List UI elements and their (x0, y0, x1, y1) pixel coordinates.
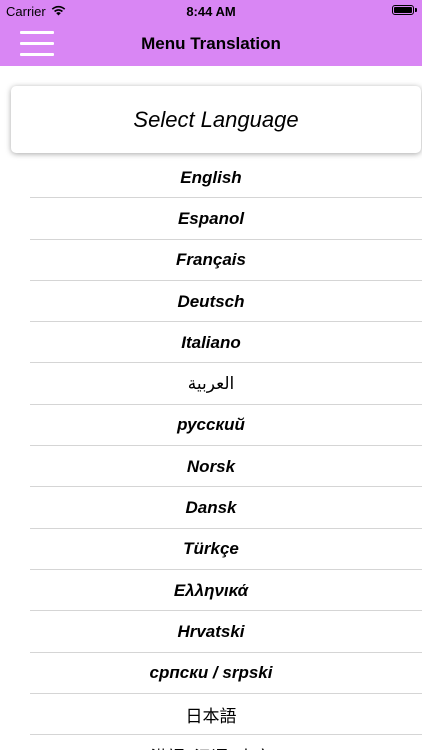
language-item[interactable]: 日本語 (0, 694, 422, 736)
battery-icon (392, 5, 414, 15)
battery-fill (394, 7, 412, 13)
language-list: English Espanol Français Deutsch Italiano الع… (0, 157, 422, 750)
app-screen: Carrier 8:44 AM Menu Translation Select … (0, 0, 422, 750)
language-item[interactable]: русский (0, 405, 422, 447)
page-title: Menu Translation (141, 34, 281, 53)
language-item[interactable]: 漢語; 汉语; 中文 (0, 735, 422, 750)
language-item[interactable]: Hrvatski (0, 611, 422, 653)
language-item[interactable]: српски / srpski (0, 653, 422, 695)
language-item[interactable]: English (0, 157, 422, 199)
language-item[interactable]: العربية (0, 363, 422, 406)
navigation-bar: Menu Translation (0, 22, 422, 66)
language-item[interactable]: Espanol (0, 198, 422, 240)
status-bar: Carrier 8:44 AM (0, 0, 422, 22)
language-item[interactable]: Dansk (0, 487, 422, 529)
status-time: 8:44 AM (186, 4, 236, 19)
select-language-header: Select Language (11, 86, 421, 153)
language-item[interactable]: Türkçe (0, 529, 422, 571)
language-item[interactable]: Ελληνικά (0, 570, 422, 612)
language-item[interactable]: Norsk (0, 446, 422, 488)
language-item[interactable]: Deutsch (0, 281, 422, 323)
battery-tip (415, 8, 417, 12)
language-item[interactable]: Français (0, 240, 422, 282)
language-item[interactable]: Italiano (0, 322, 422, 364)
